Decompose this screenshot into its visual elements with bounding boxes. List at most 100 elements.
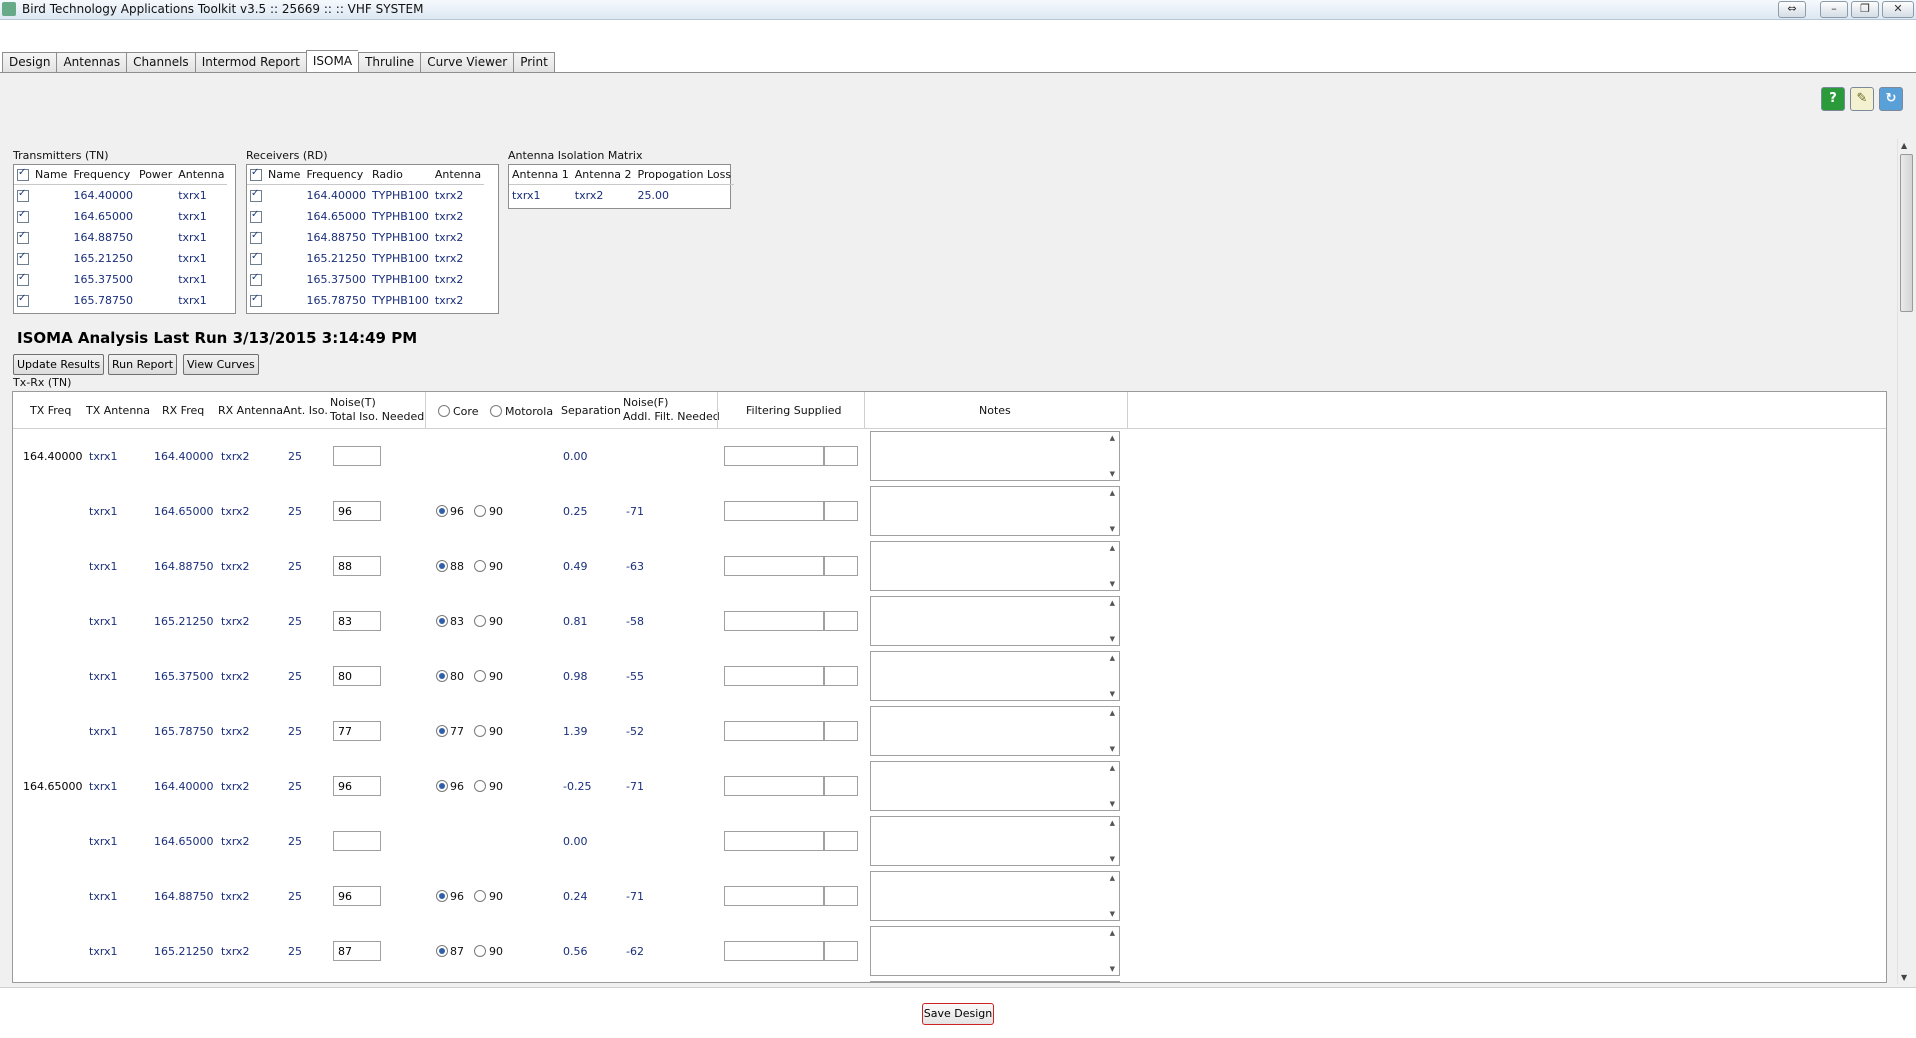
filtering-unit-input[interactable] bbox=[824, 886, 858, 906]
rx-select-all[interactable] bbox=[247, 165, 265, 185]
notes-scroll-up-icon[interactable]: ▲ bbox=[1110, 489, 1115, 497]
filtering-unit-input[interactable] bbox=[824, 721, 858, 741]
notes-textarea[interactable]: ▲ ▼ bbox=[870, 816, 1120, 866]
tx-row[interactable]: 164.88750 txrx1 bbox=[14, 227, 227, 248]
filtering-unit-input[interactable] bbox=[824, 501, 858, 521]
tx-checkbox[interactable] bbox=[14, 185, 32, 207]
help-icon[interactable]: ? bbox=[1821, 87, 1845, 111]
tx-row[interactable]: 164.40000 txrx1 bbox=[14, 185, 227, 207]
notes-scroll-down-icon[interactable]: ▼ bbox=[1110, 580, 1115, 588]
notes-scroll-down-icon[interactable]: ▼ bbox=[1110, 910, 1115, 918]
notes-scroll-down-icon[interactable]: ▼ bbox=[1110, 525, 1115, 533]
notes-textarea[interactable]: ▲ ▼ bbox=[870, 651, 1120, 701]
tab-thruline[interactable]: Thruline bbox=[358, 52, 421, 73]
core-option-radio[interactable] bbox=[436, 670, 448, 682]
filtering-input[interactable] bbox=[724, 611, 824, 631]
total-iso-input[interactable]: 96 bbox=[333, 886, 381, 906]
notes-scroll-up-icon[interactable]: ▲ bbox=[1110, 929, 1115, 937]
total-iso-input[interactable]: 96 bbox=[333, 776, 381, 796]
notes-textarea[interactable]: ▲ ▼ bbox=[870, 541, 1120, 591]
core-option-radio[interactable] bbox=[436, 615, 448, 627]
tab-channels[interactable]: Channels bbox=[126, 52, 195, 73]
filtering-input[interactable] bbox=[724, 666, 824, 686]
total-iso-input[interactable]: 96 bbox=[333, 501, 381, 521]
notes-textarea[interactable]: ▲ ▼ bbox=[870, 596, 1120, 646]
notes-scroll-up-icon[interactable]: ▲ bbox=[1110, 764, 1115, 772]
notes-textarea[interactable] bbox=[870, 981, 1120, 982]
vertical-scrollbar[interactable]: ▲ ▼ bbox=[1897, 139, 1914, 984]
tx-row[interactable]: 165.21250 txrx1 bbox=[14, 248, 227, 269]
filtering-input[interactable] bbox=[724, 501, 824, 521]
notes-textarea[interactable]: ▲ ▼ bbox=[870, 486, 1120, 536]
motorola-option-radio[interactable] bbox=[474, 945, 486, 957]
view-curves-button[interactable]: View Curves bbox=[183, 354, 259, 375]
filtering-input[interactable] bbox=[724, 776, 824, 796]
notes-textarea[interactable]: ▲ ▼ bbox=[870, 431, 1120, 481]
tx-checkbox[interactable] bbox=[14, 269, 32, 290]
filtering-input[interactable] bbox=[724, 886, 824, 906]
tx-row[interactable]: 165.78750 txrx1 bbox=[14, 290, 227, 311]
maximize-button[interactable]: ❐ bbox=[1851, 1, 1879, 18]
rx-row[interactable]: 165.78750 TYPHB100 txrx2 bbox=[247, 290, 484, 311]
rx-row[interactable]: 164.40000 TYPHB100 txrx2 bbox=[247, 185, 484, 207]
filtering-unit-input[interactable] bbox=[824, 666, 858, 686]
notes-scroll-up-icon[interactable]: ▲ bbox=[1110, 709, 1115, 717]
scroll-down-icon[interactable]: ▼ bbox=[1901, 973, 1907, 982]
rx-checkbox[interactable] bbox=[247, 290, 265, 311]
tab-curve-viewer[interactable]: Curve Viewer bbox=[420, 52, 514, 73]
notes-scroll-down-icon[interactable]: ▼ bbox=[1110, 690, 1115, 698]
notes-scroll-down-icon[interactable]: ▼ bbox=[1110, 965, 1115, 973]
notes-scroll-down-icon[interactable]: ▼ bbox=[1110, 800, 1115, 808]
filtering-input[interactable] bbox=[724, 941, 824, 961]
scroll-up-icon[interactable]: ▲ bbox=[1901, 141, 1907, 150]
restore-arrows-button[interactable]: ⇔ bbox=[1778, 1, 1806, 18]
total-iso-input[interactable]: 83 bbox=[333, 611, 381, 631]
tx-checkbox[interactable] bbox=[14, 248, 32, 269]
notes-scroll-down-icon[interactable]: ▼ bbox=[1110, 470, 1115, 478]
rx-row[interactable]: 165.37500 TYPHB100 txrx2 bbox=[247, 269, 484, 290]
notes-textarea[interactable]: ▲ ▼ bbox=[870, 926, 1120, 976]
tab-design[interactable]: Design bbox=[2, 52, 57, 73]
notes-textarea[interactable]: ▲ ▼ bbox=[870, 761, 1120, 811]
filtering-unit-input[interactable] bbox=[824, 776, 858, 796]
tx-checkbox[interactable] bbox=[14, 227, 32, 248]
filtering-unit-input[interactable] bbox=[824, 941, 858, 961]
notes-scroll-up-icon[interactable]: ▲ bbox=[1110, 544, 1115, 552]
iso-row[interactable]: txrx1 txrx2 25.00 bbox=[509, 185, 734, 207]
notes-scroll-up-icon[interactable]: ▲ bbox=[1110, 599, 1115, 607]
notes-scroll-up-icon[interactable]: ▲ bbox=[1110, 654, 1115, 662]
motorola-option-radio[interactable] bbox=[474, 505, 486, 517]
rx-checkbox[interactable] bbox=[247, 227, 265, 248]
notes-textarea[interactable]: ▲ ▼ bbox=[870, 871, 1120, 921]
core-option-radio[interactable] bbox=[436, 780, 448, 792]
filtering-unit-input[interactable] bbox=[824, 831, 858, 851]
core-option-radio[interactable] bbox=[436, 725, 448, 737]
core-option-radio[interactable] bbox=[436, 890, 448, 902]
core-option-radio[interactable] bbox=[436, 560, 448, 572]
rx-checkbox[interactable] bbox=[247, 248, 265, 269]
total-iso-input[interactable]: 77 bbox=[333, 721, 381, 741]
rx-checkbox[interactable] bbox=[247, 185, 265, 207]
filtering-input[interactable] bbox=[724, 446, 824, 466]
tab-print[interactable]: Print bbox=[513, 52, 555, 73]
rx-row[interactable]: 165.21250 TYPHB100 txrx2 bbox=[247, 248, 484, 269]
filtering-input[interactable] bbox=[724, 556, 824, 576]
notes-scroll-up-icon[interactable]: ▲ bbox=[1110, 434, 1115, 442]
save-design-button[interactable]: Save Design bbox=[922, 1003, 994, 1025]
rx-row[interactable]: 164.88750 TYPHB100 txrx2 bbox=[247, 227, 484, 248]
filtering-input[interactable] bbox=[724, 721, 824, 741]
total-iso-input[interactable]: 88 bbox=[333, 556, 381, 576]
motorola-option-radio[interactable] bbox=[474, 725, 486, 737]
core-option-radio[interactable] bbox=[436, 505, 448, 517]
tx-select-all[interactable] bbox=[14, 165, 32, 185]
notes-scroll-down-icon[interactable]: ▼ bbox=[1110, 855, 1115, 863]
refresh-icon[interactable]: ↻ bbox=[1879, 87, 1903, 111]
total-iso-input[interactable] bbox=[333, 831, 381, 851]
core-option-radio[interactable] bbox=[436, 945, 448, 957]
motorola-option-radio[interactable] bbox=[474, 560, 486, 572]
motorola-option-radio[interactable] bbox=[474, 615, 486, 627]
rx-checkbox[interactable] bbox=[247, 206, 265, 227]
tab-intermod-report[interactable]: Intermod Report bbox=[194, 52, 306, 73]
filtering-unit-input[interactable] bbox=[824, 556, 858, 576]
tab-isoma[interactable]: ISOMA bbox=[305, 50, 359, 73]
